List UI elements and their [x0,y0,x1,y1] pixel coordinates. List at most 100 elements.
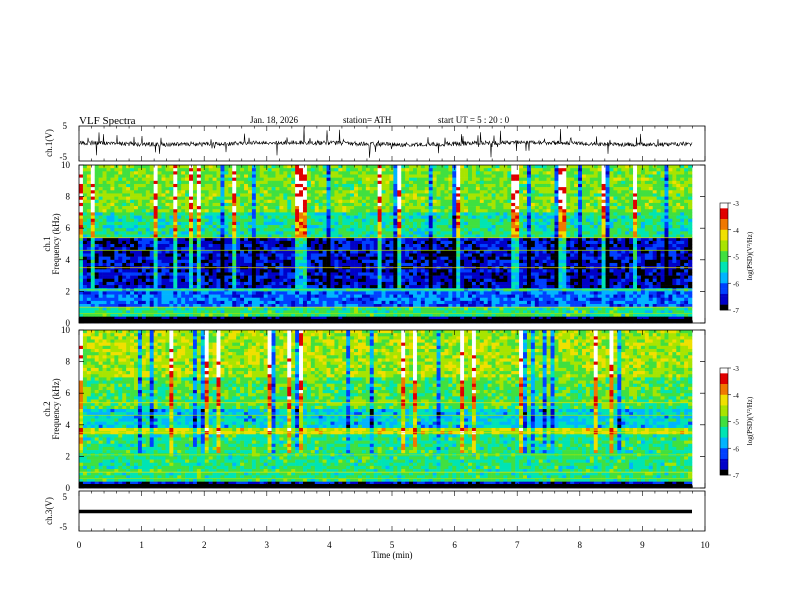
ch1-spec-cell [271,209,276,213]
ch1-spec-cell [185,177,190,182]
ch1-spec-cell [413,256,418,261]
ch1-spec-cell [354,250,359,254]
ch1-spec-cell [275,187,280,191]
ch1-spec-cell [79,237,84,242]
ch1-spec-cell [562,180,567,185]
ch1-spec-cell [295,250,300,254]
ch1-spec-cell [542,165,547,169]
ch1-spec-cell [161,218,166,223]
ch1-spec-cell [530,221,536,226]
ch1-spec-cell [601,225,606,229]
ch1-spec-cell [578,244,583,248]
ch1-spec-cell [134,253,139,257]
ch1-spec-cell [644,177,650,182]
ch1-spec-cell [291,180,296,185]
ch1-spec-cell [326,174,331,178]
ch1-spec-cell [271,250,276,254]
ch1-spec-cell [330,209,335,213]
ch1-spec-cell [204,262,209,267]
ch1-spec-cell [401,221,406,226]
ch1-spec-cell [173,187,178,191]
ch1-spec-cell [299,240,304,245]
ch1-spec-cell [212,206,217,210]
ch1-spec-cell [259,174,264,178]
ch1-spec-cell [526,190,532,194]
ch1-spec-cell [597,209,602,213]
ch1-spec-cell [173,262,178,267]
ch1-spec-cell [534,196,540,201]
ch1-spec-cell [409,253,414,257]
ch1-spec-cell [373,202,378,207]
ch1-spec-cell [318,177,323,182]
ch1-spec-cell [177,193,182,197]
ch1-spec-cell [208,212,213,216]
ch1-spec-cell [397,180,402,185]
ch1-spec-cell [503,196,508,201]
ch1-spec-cell [165,250,170,254]
ch1-spec-cell [157,215,162,220]
ch1-spec-cell [468,215,473,220]
ch1-spec-cell [130,171,135,175]
ch1-spec-cell [495,183,500,188]
ch1-spec-cell [613,228,618,232]
ch1-spec-cell [169,180,174,185]
ch1-spec-cell [181,168,186,172]
ch1-spec-cell [640,259,646,264]
ch1-spec-cell [141,180,147,185]
ch1-spec-cell [558,177,563,182]
ch1-spec-cell [86,165,92,169]
ch1-spec-cell [534,259,540,264]
ch1-spec-cell [416,240,422,245]
ch1-spec-cell [236,221,241,226]
ch1-spec-cell [302,215,308,220]
ch1-spec-cell [530,218,536,223]
ch1-spec-cell [664,215,669,220]
ch1-spec-cell [173,209,178,213]
ch1-spec-cell [153,237,158,242]
ch1-spec-cell [483,168,488,172]
ch1-spec-cell [483,215,488,220]
ch1-spec-cell [389,190,394,194]
ch1-spec-cell [310,187,316,191]
ch1-spec-cell [507,240,512,245]
ch1-spec-cell [247,174,253,178]
ch1-spec-cell [515,174,520,178]
ch1-spec-cell [287,240,292,245]
ch1-spec-cell [499,244,504,248]
ch1-spec-cell [181,180,186,185]
ch1-spec-cell [212,193,217,197]
ch1-spec-cell [322,206,327,210]
ch1-spec-cell [640,209,646,213]
ch1-spec-cell [338,171,343,175]
ch1-spec-cell [566,209,571,213]
ch1-spec-cell [275,256,280,261]
ch1-spec-cell [212,177,217,182]
ch1-spec-cell [574,202,579,207]
ch1-spec-cell [393,218,398,223]
ch1-spec-cell [664,168,669,172]
ch1-spec-cell [546,240,551,245]
ch1-spec-cell [436,177,441,182]
ch1-spec-cell [141,221,147,226]
ch1-spec-cell [676,218,681,223]
ch1-spec-cell [279,240,284,245]
ch1-spec-cell [660,212,665,216]
ch1-spec-cell [668,183,673,188]
ch1-spec-cell [468,240,473,245]
ch1-spec-cell [664,256,669,261]
ch1-spec-cell [247,165,253,169]
ch1-spec-cell [314,193,319,197]
ch1-spec-cell [177,202,182,207]
ch1-spec-cell [361,193,367,197]
ch1-spec-cell [338,177,343,182]
ch1-spec-cell [416,218,422,223]
ch1-spec-cell [629,221,634,226]
ch1-spec-cell [581,183,587,188]
ch1-spec-cell [220,168,225,172]
ch1-spec-cell [314,206,319,210]
ch1-spec-cell [102,165,107,169]
ch1-spec-cell [204,215,209,220]
ch1-spec-cell [554,168,559,172]
ch1-spec-cell [145,168,151,172]
ch1-spec-cell [554,259,559,264]
